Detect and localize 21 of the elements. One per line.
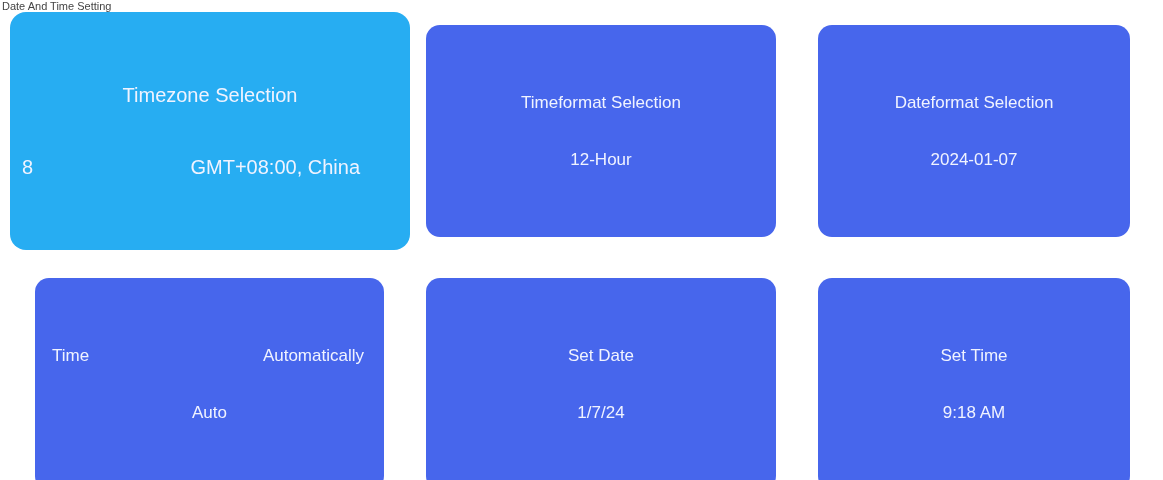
setting-card[interactable]: Timeformat Selection 12-Hour (426, 25, 776, 237)
card-text: Set Date (567, 344, 635, 367)
card-text: 9:18 AM (942, 402, 1006, 424)
card-text: 1/7/24 (577, 402, 625, 424)
setting-card[interactable]: Timezone Selection 8 GMT+08:00, China (10, 12, 410, 250)
page-title: Date And Time Setting (2, 0, 112, 12)
card-text: Set Time (940, 344, 1008, 367)
setting-card[interactable]: Dateformat Selection 2024-01-07 (818, 25, 1130, 237)
setting-card[interactable]: Set Date 1/7/24 (426, 278, 776, 480)
card-text: 8 (22, 155, 34, 180)
card-text: GMT+08:00, China (190, 155, 360, 180)
card-text: Timeformat Selection (521, 91, 681, 114)
card-text: Time (52, 344, 90, 367)
setting-card[interactable]: Time Automatically Auto (35, 278, 384, 480)
card-text: 2024-01-07 (930, 149, 1018, 171)
card-text: Automatically (262, 344, 364, 367)
card-text: Timezone Selection (122, 83, 298, 108)
card-text: Auto (192, 402, 227, 424)
card-text: Dateformat Selection (894, 91, 1054, 114)
setting-card[interactable]: Set Time 9:18 AM (818, 278, 1130, 480)
card-text: 12-Hour (570, 149, 632, 171)
